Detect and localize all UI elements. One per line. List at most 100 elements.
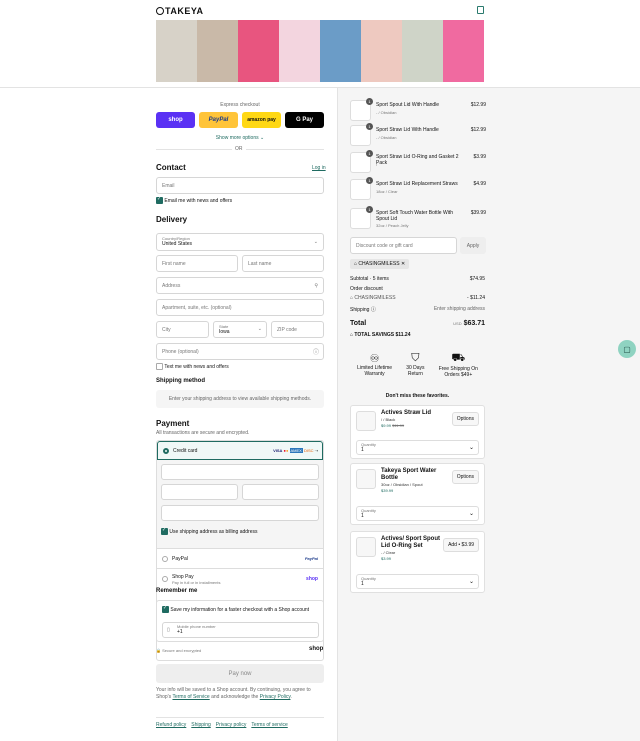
chevron-down-icon: ⌄ — [257, 326, 262, 332]
item-price: $3.99 — [473, 154, 486, 160]
banner-photo — [443, 20, 484, 82]
privacy-link[interactable]: Privacy Policy — [260, 694, 291, 700]
paypal-option[interactable]: PayPal PayPal — [157, 548, 323, 568]
security-code-field[interactable] — [242, 484, 319, 500]
refund-policy-link[interactable]: Refund policy — [156, 722, 186, 728]
product-thumbnail: 1 — [350, 206, 373, 229]
first-name-field[interactable]: First name — [156, 255, 238, 272]
radio-empty-icon[interactable] — [162, 555, 168, 562]
upsell-price: $3.99 — [381, 556, 392, 561]
product-thumbnail — [356, 469, 376, 489]
discount-field[interactable]: Discount code or gift card — [350, 237, 457, 254]
order-summary: 1 Sport Spout Lid With Handle - / Obsidian… — [337, 88, 640, 741]
truck-icon: ⛟ — [451, 352, 466, 364]
paypal-button[interactable]: PayPal — [199, 112, 238, 128]
secure-label: 🔒 Secure and encrypted — [156, 648, 202, 653]
shipping-row: Shipping ⓘ Enter shipping address — [350, 306, 485, 313]
state-select[interactable]: State Iowa ⌄ — [213, 321, 267, 338]
or-label: OR — [232, 146, 246, 152]
quantity-badge: 1 — [366, 123, 373, 130]
item-name: Sport Soft Touch Water Bottle With Spout… — [376, 210, 453, 222]
remember-title: Remember me — [156, 588, 198, 594]
name-on-card-field[interactable] — [161, 505, 319, 521]
tag-icon: ⌂ — [350, 332, 354, 338]
checkbox-empty-icon[interactable] — [156, 363, 163, 370]
google-pay-button[interactable]: G Pay — [285, 112, 324, 128]
checkbox-checked-icon[interactable] — [156, 196, 163, 204]
item-name: Sport Straw Lid With Handle — [376, 127, 439, 133]
last-name-field[interactable]: Last name — [242, 255, 324, 272]
card-number-field[interactable] — [161, 464, 319, 480]
chat-icon[interactable]: ▢ — [618, 340, 636, 358]
quantity-select[interactable]: Quantity 1 ⌄ — [356, 574, 479, 589]
shopping-bag-icon[interactable] — [477, 6, 484, 14]
perks: ♾ Limited Lifetime Warranty ⛉ 30 Days Return… — [350, 352, 485, 378]
close-icon[interactable]: ✕ — [401, 261, 405, 267]
item-price: $12.99 — [470, 102, 486, 108]
city-field[interactable]: City — [156, 321, 209, 338]
card-fields-area: Use shipping address as billing address — [157, 460, 323, 548]
total-row: Total USD $63.71 — [350, 320, 485, 327]
show-more-options[interactable]: Show more options ⌄ — [156, 135, 324, 141]
product-thumbnail: 1 — [350, 98, 373, 121]
discount-tag: ⌂ CHASINGMILESS ✕ — [350, 259, 410, 269]
upsell-button[interactable]: Options — [451, 412, 479, 426]
upsell-old-price: $11.99 — [392, 423, 405, 428]
amazon-pay-button[interactable]: amazon pay — [242, 112, 281, 128]
expiration-field[interactable] — [161, 484, 238, 500]
radio-selected-icon[interactable] — [163, 447, 169, 454]
pay-now-button[interactable]: Pay now — [156, 664, 324, 683]
help-icon[interactable]: ⓘ — [313, 347, 319, 356]
upsell-card: Takeya Sport Water Bottle 30oz / Obsidian… — [350, 463, 485, 525]
divider — [156, 717, 324, 718]
terms-link[interactable]: Terms of Service — [172, 694, 209, 700]
save-info-option[interactable]: Save my information for a faster checkou… — [162, 605, 309, 613]
apartment-field[interactable]: Apartment, suite, etc. (optional) — [156, 299, 324, 316]
shop-pay-button[interactable]: shop — [156, 112, 195, 128]
quantity-select[interactable]: Quantity 1 ⌄ — [356, 506, 479, 521]
cart-item: 1 Sport Straw Lid Replacement Straws 18oz … — [350, 177, 486, 201]
email-field[interactable]: Email — [156, 177, 324, 194]
quantity-select[interactable]: Quantity 1 ⌄ — [356, 440, 479, 455]
address-field[interactable]: Address ⚲ — [156, 277, 324, 294]
banner-photo — [279, 20, 320, 82]
brand-logo[interactable]: TAKEYA — [156, 6, 204, 16]
checkout-form: Express checkout shop PayPal amazon pay … — [0, 88, 337, 741]
mobile-phone-field[interactable]: ▯ Mobile phone number +1 — [162, 622, 319, 638]
help-icon[interactable]: ⓘ — [371, 307, 376, 313]
country-select[interactable]: Country/Region United States ⌄ — [156, 233, 324, 251]
chevron-down-icon: ⌄ — [468, 579, 474, 585]
upsell-button[interactable]: Options — [451, 470, 479, 484]
checkbox-checked-icon[interactable] — [162, 605, 169, 613]
upsell-price: $39.99 — [381, 488, 394, 493]
phone-field[interactable]: Phone (optional) ⓘ — [156, 343, 324, 360]
upsell-name: Actives/ Sport Spout Lid O-Ring Set — [381, 536, 441, 549]
perk-return: ⛉ 30 Days Return — [406, 352, 425, 377]
apply-button[interactable]: Apply — [460, 237, 486, 254]
item-price: $4.99 — [473, 181, 486, 187]
terms-of-service-link[interactable]: Terms of service — [251, 722, 287, 728]
login-link[interactable]: Log in — [312, 165, 326, 171]
contact-title: Contact — [156, 163, 186, 172]
radio-empty-icon[interactable] — [162, 576, 168, 582]
upsell-price: $9.99 — [381, 423, 392, 428]
perk-warranty: ♾ Limited Lifetime Warranty — [357, 353, 393, 377]
item-variant: 32oz / Peach Jelly — [376, 223, 409, 228]
product-thumbnail: 1 — [350, 123, 373, 146]
upsell-button[interactable]: Add • $3.99 — [443, 538, 479, 552]
header: TAKEYA — [0, 0, 640, 88]
cart-item: 1 Sport Straw Lid O-Ring and Gasket 2 Pac… — [350, 150, 486, 174]
privacy-policy-link[interactable]: Privacy policy — [216, 722, 247, 728]
shipping-link[interactable]: Shipping — [191, 722, 210, 728]
shipping-message: Enter your shipping address to view avai… — [156, 390, 324, 408]
zip-field[interactable]: ZIP code — [271, 321, 324, 338]
billing-option[interactable]: Use shipping address as billing address — [161, 527, 258, 535]
email-news-option[interactable]: Email me with news and offers — [156, 196, 232, 204]
credit-card-option[interactable]: Credit card VISA ●● AMEX DISC ⇢ — [157, 441, 323, 460]
quantity-badge: 1 — [366, 177, 373, 184]
checkbox-checked-icon[interactable] — [161, 527, 168, 535]
upsell-card: Actives Straw Lid / / Black $9.99 $11.99 Op… — [350, 405, 485, 459]
text-news-option[interactable]: Text me with news and offers — [156, 363, 229, 370]
cart-item: 1 Sport Soft Touch Water Bottle With Spou… — [350, 206, 486, 230]
payment-subtitle: All transactions are secure and encrypte… — [156, 430, 250, 436]
